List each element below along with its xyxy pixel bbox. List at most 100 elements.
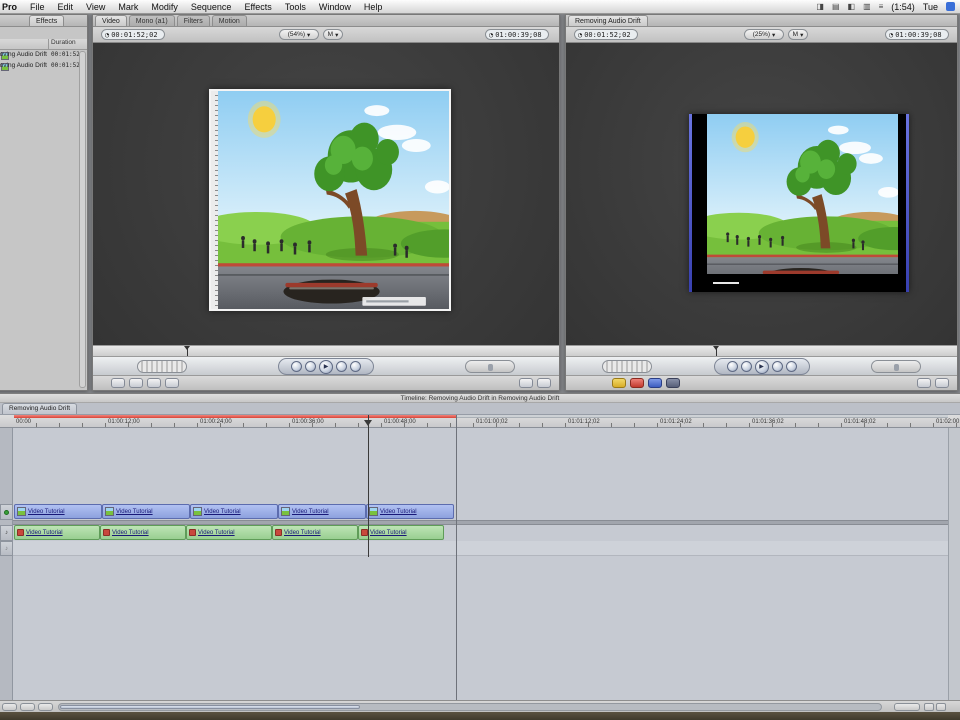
display-menu-icon[interactable]: ◨ [816,3,824,11]
replace-edit-button[interactable] [648,378,662,388]
track-height-control[interactable] [20,703,35,711]
zoom-popup[interactable]: (25%) ▾ [744,29,784,40]
browser-row[interactable]: Removing Audio Drift 00:01:52 [0,62,79,73]
clip-label: Video Tutorial [292,509,329,515]
play-button[interactable]: ▶ [319,360,333,374]
battery-time[interactable]: (1:54) [891,2,915,12]
mark-out-button[interactable] [537,378,551,388]
browser-scrollbar[interactable] [79,51,86,388]
zoom-slider[interactable] [894,703,920,711]
duration-timecode-field[interactable]: ◔ 00:01:52;02 [574,29,638,40]
playhead-sync-popup[interactable]: M ▾ [788,29,808,40]
letterbox-band [707,274,898,292]
menu-edit[interactable]: Edit [58,2,74,12]
column-divider[interactable] [48,39,49,49]
add-keyframe-button[interactable] [147,378,161,388]
app-menu[interactable]: Final Cut Pro [0,2,17,12]
tab-filters[interactable]: Filters [177,15,210,26]
scrubber-playhead[interactable] [187,346,188,356]
canvas-window: Removing Audio Drift ◔ 00:01:52;02 (25%)… [565,14,958,391]
timeline-clip-video[interactable]: Video Tutorial [14,504,102,519]
timeline-horizontal-scrollbar[interactable] [58,703,882,711]
previous-edit-button[interactable] [727,361,738,372]
timeline-clip-video[interactable]: Video Tutorial [366,504,454,519]
track-header-a2[interactable]: ♪ [0,541,13,556]
canvas-scrubber[interactable] [566,345,957,357]
menu-sequence[interactable]: Sequence [191,2,232,12]
timeline-clip-audio[interactable]: Video Tutorial [186,525,272,540]
mark-out-button[interactable] [935,378,949,388]
browser-row[interactable]: Removing Audio Drift 00:01:52 [0,51,79,62]
timeline-clip-video[interactable]: Video Tutorial [278,504,366,519]
viewer-scrubber[interactable] [93,345,559,357]
timeline-clip-video[interactable]: Video Tutorial [190,504,278,519]
next-edit-button[interactable] [350,361,361,372]
mark-in-button[interactable] [917,378,931,388]
tab-sequence[interactable]: Removing Audio Drift [568,15,648,26]
current-timecode-field[interactable]: ◔ 01:00:39;08 [885,29,949,40]
scroll-left-arrow[interactable] [924,703,934,711]
menu-view[interactable]: View [86,2,105,12]
insert-edit-button[interactable] [612,378,626,388]
menu-effects[interactable]: Effects [244,2,271,12]
browser-tab-effects[interactable]: Effects [29,15,64,26]
spotlight-icon[interactable] [946,2,955,11]
mark-clip-button[interactable] [129,378,143,388]
scrubber-playhead[interactable] [716,346,717,356]
duration-column-header[interactable]: Duration [51,39,76,46]
menu-mark[interactable]: Mark [118,2,138,12]
track-header-v1[interactable] [0,504,13,520]
tab-video[interactable]: Video [95,15,127,26]
scroll-right-arrow[interactable] [936,703,946,711]
canvas-preview[interactable] [689,114,909,292]
bluetooth-menu-icon[interactable]: ◧ [848,3,856,11]
menu-help[interactable]: Help [364,2,383,12]
timeline-clip-audio[interactable]: Video Tutorial [100,525,186,540]
zoom-value: (54%) [288,31,305,38]
menu-clock[interactable]: Tue [923,2,938,12]
shuttle-control[interactable] [871,360,921,373]
play-around-button[interactable] [772,361,783,372]
current-timecode-field[interactable]: ◔ 01:00:39;08 [485,29,549,40]
menu-tools[interactable]: Tools [285,2,306,12]
add-marker-button[interactable] [165,378,179,388]
timeline-clip-audio[interactable]: Video Tutorial [14,525,100,540]
superimpose-edit-button[interactable] [666,378,680,388]
overwrite-edit-button[interactable] [630,378,644,388]
scrollbar-thumb[interactable] [60,705,360,709]
shuttle-control[interactable] [465,360,515,373]
timeline-ruler[interactable]: 00:00 01:00:12;00 01:00:24;00 01:00:36;0… [0,415,960,428]
track-header-a1[interactable]: ♪ [0,525,13,541]
playhead-sync-popup[interactable]: M ▾ [323,29,343,40]
timeline-clip-audio[interactable]: Video Tutorial [272,525,358,540]
rt-popup[interactable] [2,703,17,711]
tab-motion[interactable]: Motion [212,15,247,26]
jog-control[interactable] [137,360,187,373]
timeline-vertical-scrollbar[interactable] [948,428,960,700]
play-in-to-out-button[interactable] [741,361,752,372]
tab-mono-a1[interactable]: Mono (a1) [129,15,175,26]
play-button[interactable]: ▶ [755,360,769,374]
timeline-tab-sequence[interactable]: Removing Audio Drift [2,403,77,414]
previous-edit-button[interactable] [291,361,302,372]
match-frame-button[interactable] [111,378,125,388]
play-in-to-out-button[interactable] [305,361,316,372]
mark-in-button[interactable] [519,378,533,388]
duration-timecode-field[interactable]: ◔ 00:01:52;02 [101,29,165,40]
clip-keyframes-control[interactable] [38,703,53,711]
menu-window[interactable]: Window [319,2,351,12]
timeline-clip-audio[interactable]: Video Tutorial [358,525,444,540]
battery-menu-icon[interactable]: ≡ [879,3,884,11]
menu-modify[interactable]: Modify [151,2,178,12]
zoom-popup[interactable]: (54%) ▾ [279,29,319,40]
clip-label: Video Tutorial [198,530,235,536]
airport-menu-icon[interactable]: ▥ [863,3,871,11]
menu-file[interactable]: File [30,2,45,12]
play-around-button[interactable] [336,361,347,372]
timeline-clip-video[interactable]: Video Tutorial [102,504,190,519]
jog-control[interactable] [602,360,652,373]
next-edit-button[interactable] [786,361,797,372]
volume-menu-icon[interactable]: ▤ [832,3,840,11]
current-timecode: 01:00:39;08 [495,31,541,39]
timeline-playhead-line[interactable] [368,415,369,557]
